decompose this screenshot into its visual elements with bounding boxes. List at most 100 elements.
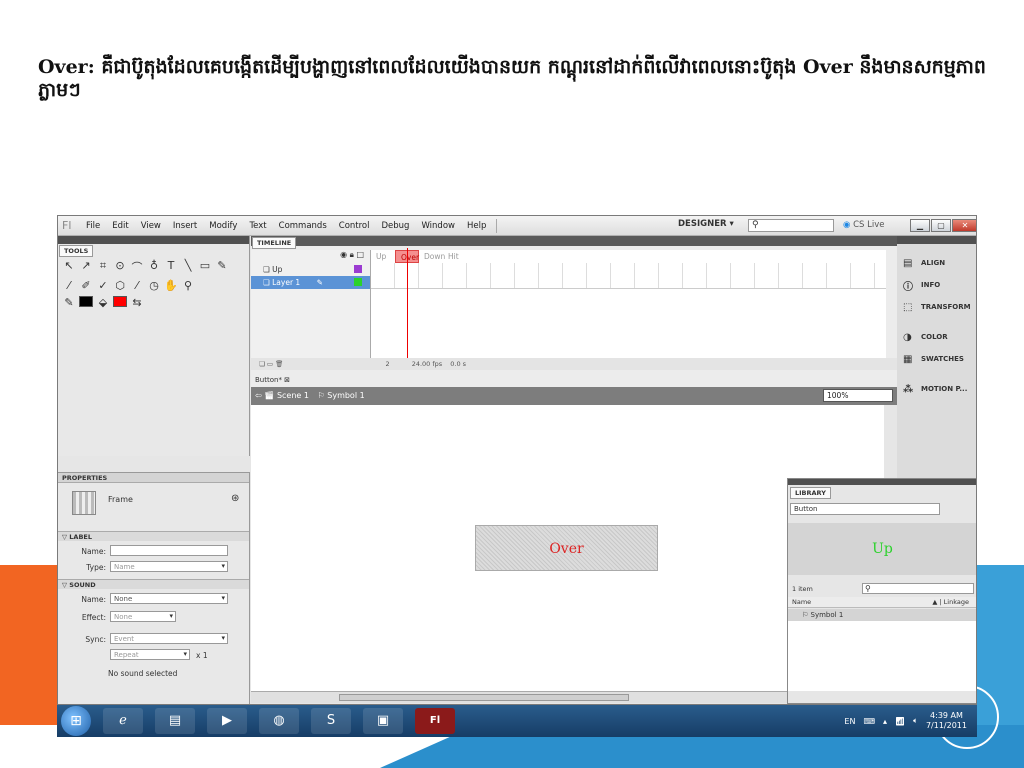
info-panel-button[interactable]: ⓘ INFO [897,274,976,296]
new-folder-icon[interactable]: ▭ [267,360,273,368]
button-over-shape[interactable]: Over [475,525,658,571]
library-col-name[interactable]: Name [792,598,811,606]
swatches-panel-button[interactable]: ▦ SWATCHES [897,348,976,370]
rectangle-tool-icon[interactable]: ▭ [198,259,212,275]
clock[interactable]: 4:39 AM 7/11/2011 [926,711,967,731]
bone-tool-icon[interactable]: ✓ [96,279,110,292]
menu-file[interactable]: File [80,221,106,231]
align-panel-button[interactable]: ▤ ALIGN [897,252,976,274]
eraser-tool-icon[interactable]: ◷ [147,279,161,292]
scrollbar-thumb[interactable] [339,694,629,701]
brush-tool-icon[interactable]: ⁄ [62,279,76,292]
library-col-linkage[interactable]: ▲ | Linkage [932,597,969,608]
pen-tool-icon[interactable]: ♁ [147,259,161,275]
label-type-select[interactable]: Name [110,561,228,572]
text-tool-icon[interactable]: T [164,259,178,275]
start-button[interactable]: ⊞ [61,706,91,736]
workspace-switcher[interactable]: DESIGNER ▾ [678,219,734,229]
properties-tab[interactable]: PROPERTIES [58,473,249,483]
zoom-select[interactable]: 100% [823,389,893,402]
sound-name-select[interactable]: None [110,593,228,604]
frame-label-up[interactable]: Up [371,250,395,263]
explorer-taskbar-icon[interactable]: ▤ [155,708,195,734]
paint-bucket-tool-icon[interactable]: ⬡ [113,279,127,292]
free-transform-tool-icon[interactable]: ⌗ [96,259,110,275]
menu-text[interactable]: Text [243,221,272,231]
minimize-button[interactable]: ▁ [910,219,930,232]
menu-view[interactable]: View [135,221,167,231]
maximize-button[interactable]: ▢ [931,219,951,232]
library-search-input[interactable]: ⚲ [862,583,974,594]
new-layer-icon[interactable]: ❏ [259,360,265,368]
menu-modify[interactable]: Modify [203,221,243,231]
symbol-breadcrumb[interactable]: Symbol 1 [327,391,364,400]
eyedropper-tool-icon[interactable]: ⁄ [130,279,144,292]
menu-window[interactable]: Window [415,221,461,231]
motion-presets-panel-button[interactable]: ⁂ MOTION P... [897,378,976,400]
lock-icon[interactable]: 🔒︎ [350,250,354,259]
volume-icon[interactable]: 🔈︎ [913,716,918,726]
library-document-select[interactable]: Button [790,503,940,515]
timeline-tab[interactable]: TIMELINE [252,237,297,249]
hand-tool-icon[interactable]: ✋ [164,279,178,292]
menu-debug[interactable]: Debug [376,221,416,231]
tray-expand-icon[interactable]: ▴ [883,717,887,726]
selection-tool-icon[interactable]: ↖ [62,259,76,275]
menu-insert[interactable]: Insert [167,221,203,231]
frame-rate[interactable]: 24.00 fps [412,360,442,368]
menu-edit[interactable]: Edit [106,221,134,231]
media-player-taskbar-icon[interactable]: ▶ [207,708,247,734]
sound-section[interactable]: ▽ SOUND [58,579,249,589]
layer-row-up[interactable]: ❏ Up [251,263,370,276]
menu-help[interactable]: Help [461,221,492,231]
outline-icon[interactable]: □ [356,250,364,259]
firefox-taskbar-icon[interactable]: ◍ [259,708,299,734]
help-search-input[interactable]: ⚲ [748,219,834,232]
layer-color-box[interactable] [354,265,362,273]
sound-sync-select[interactable]: Event [110,633,228,644]
edit-symbol-icon[interactable]: ⊛ [231,493,239,504]
language-indicator[interactable]: EN [844,717,855,726]
presentation-taskbar-icon[interactable]: ▣ [363,708,403,734]
document-tab[interactable]: Button* ⊠ [251,374,897,387]
menu-commands[interactable]: Commands [273,221,333,231]
keyboard-icon[interactable]: ⌨ [863,717,875,726]
pencil-tool-icon[interactable]: ✎ [215,259,229,275]
stroke-color-swatch[interactable] [79,296,93,307]
library-item[interactable]: ⚐ Symbol 1 [788,609,976,621]
color-panel-button[interactable]: ◑ COLOR [897,326,976,348]
label-name-input[interactable] [110,545,228,556]
close-button[interactable]: ✕ [952,219,976,232]
network-icon[interactable]: 📶︎ [895,717,905,726]
eye-icon[interactable]: ◉ [340,250,347,259]
sound-repeat-count[interactable]: x 1 [196,651,208,660]
scene-breadcrumb[interactable]: Scene 1 [277,391,309,400]
flash-taskbar-icon[interactable]: Fl [415,708,455,734]
sound-effect-select[interactable]: None [110,611,176,622]
frame-label-down[interactable]: Down [419,250,445,263]
zoom-tool-icon[interactable]: ⚲ [181,279,195,292]
layer-color-box[interactable] [354,278,362,286]
swap-colors-icon[interactable]: ⇆ [130,296,144,309]
fill-color-swatch[interactable] [113,296,127,307]
lasso-tool-icon[interactable]: ⌒ [130,259,144,275]
layer-row-layer-1[interactable]: ❏ Layer 1 ✎ [251,276,370,289]
frame-cells[interactable] [371,263,886,289]
library-tab[interactable]: LIBRARY [790,487,831,499]
sound-repeat-select[interactable]: Repeat [110,649,190,660]
delete-layer-icon[interactable]: 🗑︎ [275,360,283,368]
label-section[interactable]: ▽ LABEL [58,531,249,541]
ie-taskbar-icon[interactable]: ℯ [103,708,143,734]
cs-live-button[interactable]: ◉ CS Live [843,220,885,230]
subselection-tool-icon[interactable]: ↗ [79,259,93,275]
skype-taskbar-icon[interactable]: S [311,708,351,734]
transform-panel-button[interactable]: ⬚ TRANSFORM [897,296,976,318]
deco-tool-icon[interactable]: ✐ [79,279,93,292]
3d-rotation-tool-icon[interactable]: ⊙ [113,259,127,275]
line-tool-icon[interactable]: ╲ [181,259,195,275]
playhead[interactable] [407,248,408,358]
frame-label-hit[interactable]: Hit [443,250,467,263]
back-arrow-icon[interactable]: ⇦ [255,391,262,400]
tools-tab[interactable]: TOOLS [59,245,94,257]
menu-control[interactable]: Control [333,221,376,231]
